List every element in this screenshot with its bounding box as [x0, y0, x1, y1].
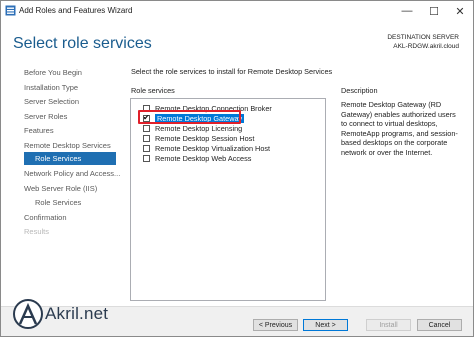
close-button[interactable]: ✕	[447, 1, 473, 21]
nav-item-iis-role-services[interactable]: Role Services	[35, 198, 81, 207]
maximize-button[interactable]: ☐	[421, 1, 447, 21]
minimize-icon: —	[401, 5, 413, 17]
service-label: Remote Desktop Session Host	[155, 133, 255, 143]
install-button[interactable]: Install	[366, 319, 411, 331]
destination-server-name: AKL-RDGW.akril.cloud	[393, 43, 459, 50]
destination-server-info: DESTINATION SERVER AKL-RDGW.akril.cloud	[387, 33, 459, 51]
role-services-heading: Role services	[131, 86, 175, 95]
next-button[interactable]: Next >	[303, 319, 348, 331]
title-bar: Add Roles and Features Wizard — ☐ ✕	[1, 1, 473, 21]
nav-item-results: Results	[24, 227, 50, 236]
nav-item-server-roles[interactable]: Server Roles	[24, 112, 67, 121]
service-label: Remote Desktop Web Access	[155, 153, 252, 163]
list-item[interactable]: Remote Desktop Web Access	[143, 153, 251, 163]
nav-item-installation-type[interactable]: Installation Type	[24, 83, 78, 92]
nav-item-features[interactable]: Features	[24, 126, 54, 135]
list-item[interactable]: Remote Desktop Session Host	[143, 133, 254, 143]
checkbox[interactable]	[143, 154, 150, 162]
page-title: Select role services	[13, 35, 152, 52]
service-label: Remote Desktop Licensing	[155, 123, 243, 133]
service-label: Remote Desktop Virtualization Host	[155, 143, 271, 153]
list-item[interactable]: Remote Desktop Licensing	[143, 123, 242, 133]
minimize-button[interactable]: —	[394, 1, 420, 21]
nav-item-web-server-role[interactable]: Web Server Role (IIS)	[24, 184, 97, 193]
akril-logo: Akril.net	[13, 296, 113, 334]
list-item[interactable]: Remote Desktop Virtualization Host	[143, 143, 270, 153]
description-text: Remote Desktop Gateway (RD Gateway) enab…	[341, 100, 458, 157]
watermark-text: Akril.net	[45, 304, 109, 323]
nav-item-server-selection[interactable]: Server Selection	[24, 97, 79, 106]
close-icon: ✕	[455, 5, 465, 18]
nav-item-before-you-begin[interactable]: Before You Begin	[24, 68, 82, 77]
description-heading: Description	[341, 86, 378, 95]
window-title: Add Roles and Features Wizard	[19, 6, 133, 15]
akril-logo-icon	[13, 299, 43, 329]
annotation-highlight-box	[138, 110, 241, 124]
wizard-window: Add Roles and Features Wizard — ☐ ✕ Sele…	[0, 0, 474, 337]
nav-item-remote-desktop-services[interactable]: Remote Desktop Services	[24, 141, 111, 150]
wizard-header: Select role services DESTINATION SERVER …	[1, 21, 473, 63]
nav-item-confirmation[interactable]: Confirmation	[24, 213, 67, 222]
checkbox[interactable]	[143, 144, 150, 152]
destination-label: DESTINATION SERVER	[387, 34, 459, 41]
server-manager-icon	[5, 5, 16, 16]
maximize-icon: ☐	[429, 5, 439, 18]
nav-item-network-policy[interactable]: Network Policy and Access...	[24, 169, 120, 178]
nav-item-role-services-active[interactable]: Role Services	[24, 152, 116, 165]
cancel-button[interactable]: Cancel	[417, 319, 462, 331]
previous-button[interactable]: < Previous	[253, 319, 298, 331]
checkbox[interactable]	[143, 134, 150, 142]
role-services-list[interactable]: Remote Desktop Connection Broker Remote …	[130, 98, 326, 301]
instruction-text: Select the role services to install for …	[131, 67, 333, 76]
checkbox[interactable]	[143, 124, 150, 132]
